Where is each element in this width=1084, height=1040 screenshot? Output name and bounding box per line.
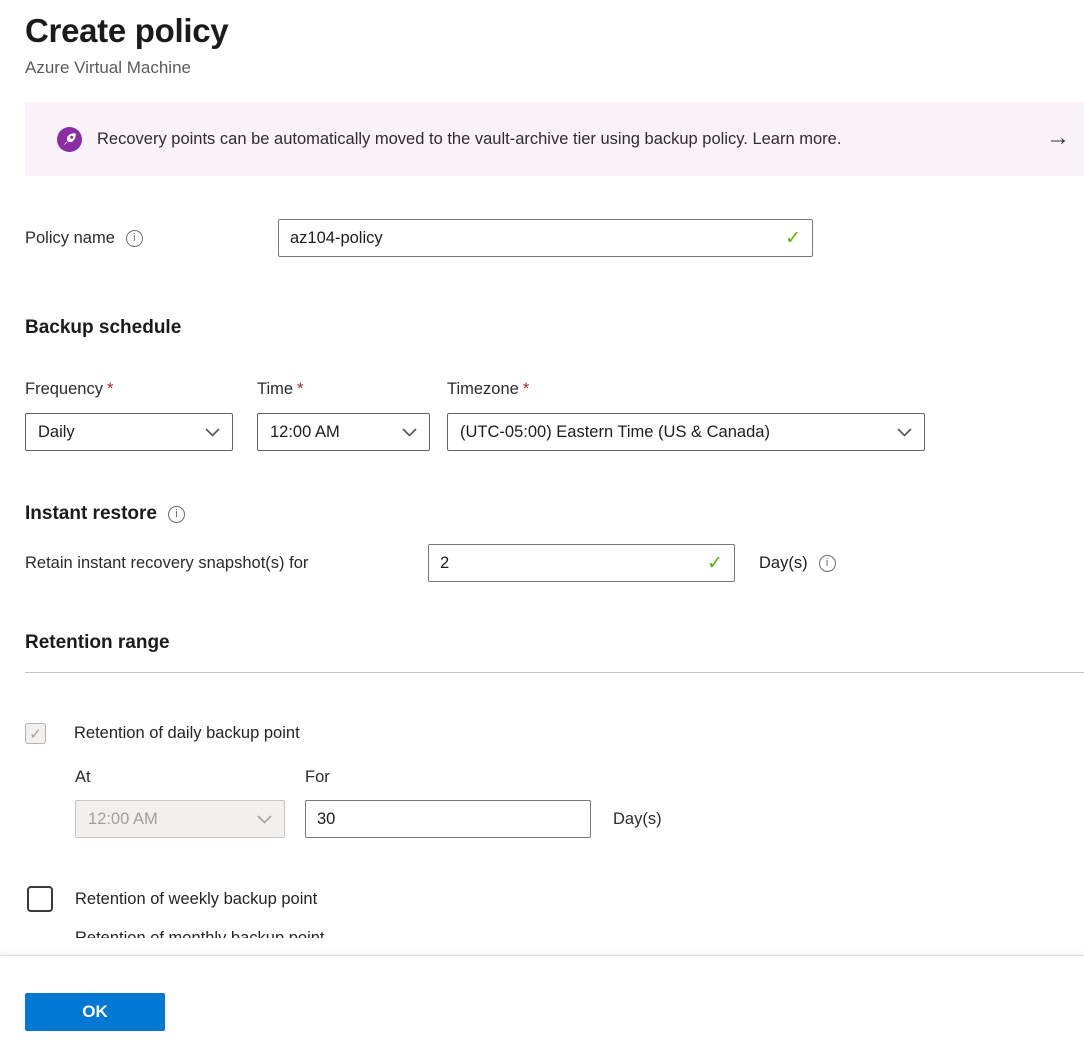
snapshot-days-field: ✓: [428, 544, 735, 582]
chevron-down-icon: [205, 423, 220, 442]
policy-name-info-icon[interactable]: i: [126, 230, 143, 247]
time-value: 12:00 AM: [270, 423, 340, 442]
ok-button[interactable]: OK: [25, 993, 165, 1031]
daily-retention-settings: At For 12:00 AM Day(s): [75, 768, 1084, 838]
instant-restore-retain-row: Retain instant recovery snapshot(s) for …: [25, 544, 1084, 582]
policy-name-label: Policy name: [25, 229, 115, 248]
banner-message: Recovery points can be automatically mov…: [97, 130, 841, 149]
weekly-retention-row: Retention of weekly backup point: [25, 886, 1084, 912]
retention-range-heading: Retention range: [25, 632, 1084, 654]
clipped-next-row: Retention of monthly backup point: [25, 929, 1084, 938]
page-title: Create policy: [25, 12, 1084, 50]
footer-bar: OK: [0, 955, 1084, 1040]
time-select[interactable]: 12:00 AM: [257, 413, 430, 451]
timezone-select[interactable]: (UTC-05:00) Eastern Time (US & Canada): [447, 413, 925, 451]
retention-range-divider: [25, 672, 1084, 673]
daily-retention-checkbox: ✓: [25, 723, 46, 744]
daily-at-value: 12:00 AM: [88, 810, 158, 829]
timezone-label: Timezone*: [447, 380, 925, 399]
time-label: Time*: [257, 380, 430, 399]
rocket-icon: [57, 127, 82, 152]
backup-schedule-heading: Backup schedule: [25, 317, 1084, 339]
timezone-value: (UTC-05:00) Eastern Time (US & Canada): [460, 423, 770, 442]
page-subtitle: Azure Virtual Machine: [25, 58, 1084, 78]
backup-schedule-fields: Frequency* Daily Time* 12:00 AM Ti: [25, 380, 1084, 451]
daily-retention-row: ✓ Retention of daily backup point: [25, 723, 1084, 744]
policy-name-input[interactable]: [279, 229, 812, 248]
snapshot-days-input[interactable]: [429, 554, 734, 573]
frequency-value: Daily: [38, 423, 75, 442]
policy-name-row: Policy name i ✓: [25, 219, 1084, 257]
daily-for-input[interactable]: [306, 810, 590, 829]
instant-restore-info-icon[interactable]: i: [168, 506, 185, 523]
snapshot-days-info-icon[interactable]: i: [819, 555, 836, 572]
arrow-right-icon[interactable]: →: [1046, 126, 1070, 152]
daily-for-field: [305, 800, 591, 838]
frequency-label: Frequency*: [25, 380, 233, 399]
daily-for-unit: Day(s): [613, 810, 662, 829]
required-asterisk: *: [297, 380, 303, 398]
required-asterisk: *: [523, 380, 529, 398]
weekly-retention-label: Retention of weekly backup point: [75, 890, 317, 909]
policy-name-field: ✓: [278, 219, 813, 257]
chevron-down-icon: [402, 423, 417, 442]
instant-restore-heading: Instant restore: [25, 503, 157, 525]
monthly-retention-label-clipped: Retention of monthly backup point: [75, 929, 1084, 938]
required-asterisk: *: [107, 380, 113, 398]
snapshot-days-unit: Day(s): [759, 554, 808, 573]
retain-snapshot-label: Retain instant recovery snapshot(s) for: [25, 554, 428, 573]
create-policy-pane: Create policy Azure Virtual Machine Reco…: [0, 0, 1084, 955]
vault-archive-info-banner[interactable]: Recovery points can be automatically mov…: [25, 102, 1084, 176]
chevron-down-icon: [897, 423, 912, 442]
weekly-retention-checkbox[interactable]: [27, 886, 53, 912]
instant-restore-heading-row: Instant restore i: [25, 503, 1084, 525]
for-label: For: [305, 768, 330, 787]
chevron-down-icon: [257, 810, 272, 829]
daily-at-select: 12:00 AM: [75, 800, 285, 838]
policy-name-label-group: Policy name i: [25, 229, 278, 248]
at-label: At: [75, 768, 305, 787]
daily-retention-label: Retention of daily backup point: [74, 724, 300, 743]
frequency-select[interactable]: Daily: [25, 413, 233, 451]
